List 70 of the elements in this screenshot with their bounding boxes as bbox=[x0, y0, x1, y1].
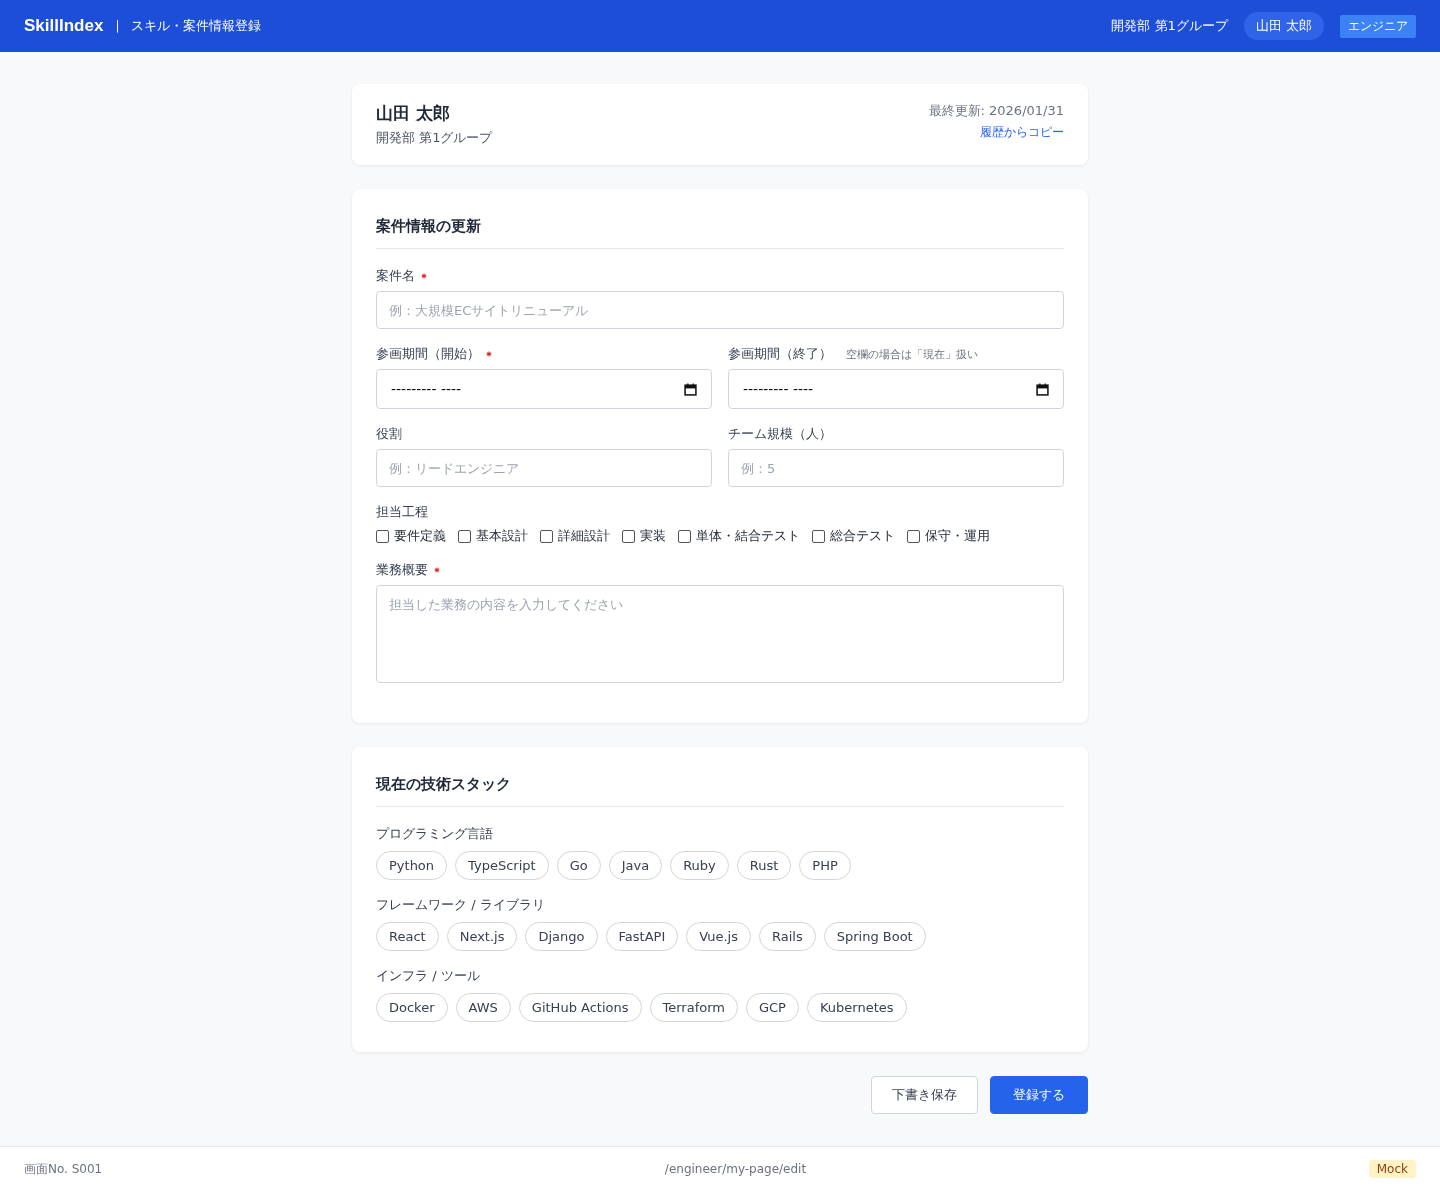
tech-tag[interactable]: Python bbox=[376, 851, 448, 880]
app-logo[interactable]: SkillIndex bbox=[24, 16, 104, 36]
tech-tag[interactable]: React bbox=[376, 922, 439, 951]
calendar-icon[interactable] bbox=[684, 382, 697, 396]
tech-tag[interactable]: Spring Boot bbox=[823, 922, 926, 951]
save-draft-button[interactable]: 下書き保存 bbox=[871, 1076, 978, 1114]
tech-tag[interactable]: TypeScript bbox=[455, 851, 549, 880]
end-date-field[interactable]: --------- ---- bbox=[728, 369, 1064, 409]
tech-tag[interactable]: GitHub Actions bbox=[518, 993, 642, 1022]
checkbox-label: 保守・運用 bbox=[925, 527, 990, 545]
checkbox-label: 要件定義 bbox=[394, 527, 446, 545]
field-hint: 空欄の場合は「現在」扱い bbox=[846, 346, 978, 362]
tech-tag[interactable]: Django bbox=[525, 922, 598, 951]
user-name-pill[interactable]: 山田 太郎 bbox=[1243, 12, 1324, 40]
field-label: 参画期間（終了） bbox=[728, 345, 832, 363]
tech-tag[interactable]: Java bbox=[608, 851, 663, 880]
field-label: 参画期間（開始） bbox=[376, 345, 480, 363]
checkbox-label: 実装 bbox=[640, 527, 666, 545]
checkbox[interactable] bbox=[458, 529, 471, 543]
field-label: チーム規模（人） bbox=[728, 425, 832, 443]
tech-tag[interactable]: Rails bbox=[759, 922, 816, 951]
checkbox[interactable] bbox=[678, 529, 691, 543]
project-name-field[interactable]: 例：大規模ECサイトリニューアル bbox=[376, 291, 1064, 329]
checkbox[interactable] bbox=[812, 529, 825, 543]
field-label: 役割 bbox=[376, 425, 402, 443]
start-date-field[interactable]: --------- ---- bbox=[376, 369, 712, 409]
group-label: プログラミング言語 bbox=[376, 825, 494, 843]
submit-button[interactable]: 登録する bbox=[990, 1076, 1088, 1114]
checkbox[interactable] bbox=[540, 529, 553, 543]
mock-badge: Mock bbox=[1368, 1160, 1416, 1178]
checkbox-label: 詳細設計 bbox=[558, 527, 610, 545]
tech-tag[interactable]: AWS bbox=[455, 993, 511, 1022]
group-label: フレームワーク / ライブラリ bbox=[376, 896, 546, 914]
tech-tag[interactable]: Go bbox=[556, 851, 601, 880]
checkbox[interactable] bbox=[622, 529, 635, 543]
section-title: 案件情報の更新 bbox=[376, 213, 1064, 249]
team-size-field[interactable]: 例：5 bbox=[728, 449, 1064, 487]
tech-tag[interactable]: Rust bbox=[736, 851, 792, 880]
tech-tag[interactable]: GCP bbox=[745, 993, 799, 1022]
tech-tag[interactable]: Kubernetes bbox=[806, 993, 907, 1022]
copy-from-history-link[interactable]: 履歴からコピー bbox=[980, 124, 1064, 141]
tech-tag[interactable]: Docker bbox=[376, 993, 448, 1022]
checkbox-label: 単体・結合テスト bbox=[696, 527, 800, 545]
checkbox-label: 総合テスト bbox=[830, 527, 895, 545]
tech-tag[interactable]: PHP bbox=[799, 851, 851, 880]
calendar-icon[interactable] bbox=[1036, 382, 1049, 396]
user-department: 開発部 第1グループ bbox=[1111, 17, 1228, 35]
role-field[interactable]: 例：リードエンジニア bbox=[376, 449, 712, 487]
field-label: 案件名 bbox=[376, 267, 415, 285]
section-title: 現在の技術スタック bbox=[376, 771, 1064, 807]
screen-number: 画面No. S001 bbox=[24, 1160, 103, 1178]
tech-tag[interactable]: Vue.js bbox=[686, 922, 751, 951]
field-label: 担当工程 bbox=[376, 503, 428, 521]
tech-tag[interactable]: Ruby bbox=[670, 851, 729, 880]
field-label: 業務概要 bbox=[376, 561, 428, 579]
group-label: インフラ / ツール bbox=[376, 967, 481, 985]
checkbox[interactable] bbox=[376, 529, 389, 543]
tech-tag[interactable]: FastAPI bbox=[605, 922, 679, 951]
page-title: スキル・案件情報登録 bbox=[131, 17, 262, 35]
checkbox-label: 基本設計 bbox=[476, 527, 528, 545]
checkbox[interactable] bbox=[907, 529, 920, 543]
title-separator: | bbox=[115, 19, 120, 33]
role-badge: エンジニア bbox=[1340, 14, 1416, 38]
tech-tag[interactable]: Next.js bbox=[446, 922, 518, 951]
last-updated: 最終更新: 2026/01/31 bbox=[928, 102, 1064, 120]
profile-name: 山田 太郎 bbox=[376, 102, 451, 125]
summary-field[interactable]: 担当した業務の内容を入力してください bbox=[376, 585, 1064, 683]
profile-department: 開発部 第1グループ bbox=[376, 129, 493, 147]
tech-tag[interactable]: Terraform bbox=[649, 993, 738, 1022]
route-path: /engineer/my-page/edit bbox=[664, 1162, 807, 1176]
